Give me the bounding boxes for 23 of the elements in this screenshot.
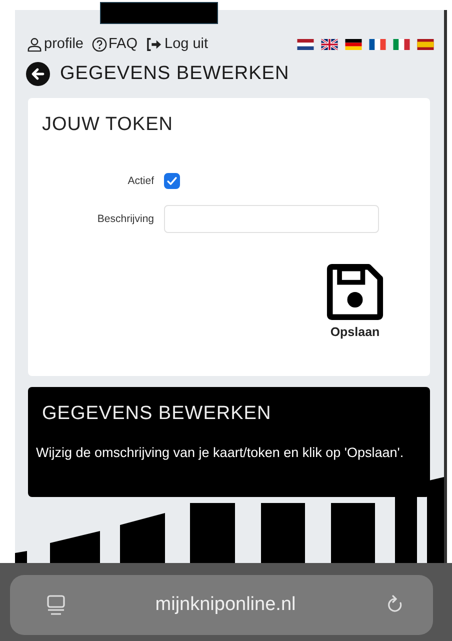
address-bar[interactable]: mijnkniponline.nl bbox=[10, 575, 433, 635]
description-field[interactable] bbox=[164, 205, 379, 233]
flag-icon[interactable] bbox=[297, 38, 314, 50]
question-icon bbox=[92, 36, 106, 52]
tabs-icon[interactable] bbox=[46, 594, 66, 616]
url-text: mijnkniponline.nl bbox=[155, 594, 296, 616]
description-label: Beschrijving bbox=[96, 213, 154, 225]
flag-icon[interactable] bbox=[369, 38, 386, 50]
page-title: GEGEVENS BEWERKEN bbox=[60, 63, 290, 85]
card-title: JOUW TOKEN bbox=[42, 114, 174, 136]
nav-link[interactable]: FAQ bbox=[92, 36, 138, 52]
active-checkbox[interactable] bbox=[164, 173, 180, 189]
nav-link[interactable]: Log uit bbox=[146, 36, 208, 52]
flag-icon[interactable] bbox=[321, 38, 338, 50]
active-label: Actief bbox=[126, 175, 154, 187]
nav-link[interactable]: profile bbox=[27, 36, 84, 52]
flag-icon[interactable] bbox=[417, 38, 434, 50]
flag-icon[interactable] bbox=[345, 38, 362, 50]
person-icon bbox=[27, 36, 42, 52]
logout-icon bbox=[146, 36, 163, 52]
info-text: Wijzig de omschrijving van je kaart/token en klik op 'Opslaan'. bbox=[36, 445, 405, 462]
checkmark-icon bbox=[165, 174, 179, 188]
info-title: GEGEVENS BEWERKEN bbox=[41, 403, 272, 425]
